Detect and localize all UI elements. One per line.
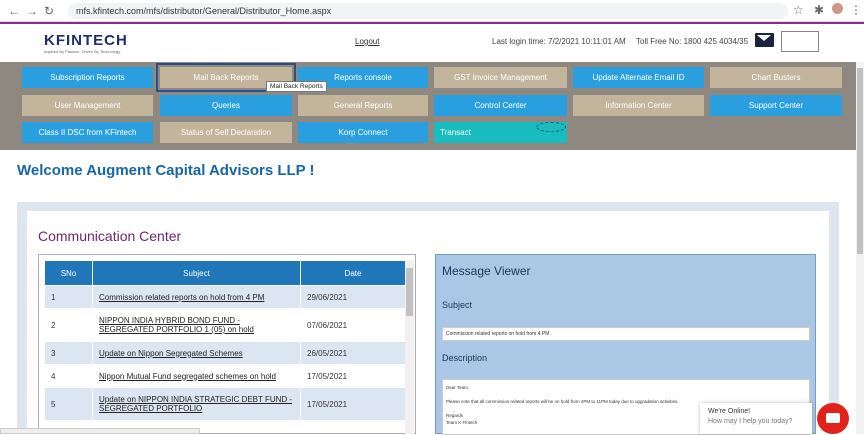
status-bar: [0, 428, 200, 434]
logout-link[interactable]: Logout: [355, 37, 379, 46]
chat-bubble-icon[interactable]: [817, 403, 849, 434]
last-login-text: Last login time: 7/2/2021 10:11:01 AM: [492, 37, 626, 46]
communication-center-title: Communication Center: [38, 228, 182, 244]
tooltip: Mail Back Reports: [266, 81, 327, 92]
menu-korp-connect[interactable]: Korp Connect: [298, 122, 428, 143]
chat-widget[interactable]: We're Online! How may I help you today?: [700, 403, 812, 434]
menu-support-center[interactable]: Support Center: [710, 95, 842, 116]
col-subject: Subject: [92, 260, 301, 286]
toll-free-text: Toll Free No: 1800 425 4034/35: [636, 37, 749, 46]
menu-gst-invoice[interactable]: GST Invoice Management: [434, 67, 567, 88]
forward-icon[interactable]: →: [26, 4, 38, 18]
menu-self-declaration[interactable]: Status of Self Declaration: [160, 122, 292, 143]
table-row[interactable]: 1 Commission related reports on hold from…: [44, 285, 406, 309]
reload-icon[interactable]: ↻: [44, 4, 54, 18]
subject-field: Commission related reports on hold from …: [442, 327, 810, 341]
avatar[interactable]: [832, 3, 843, 14]
cell-subject[interactable]: Update on Nippon Segregated Schemes: [92, 341, 301, 365]
star-icon[interactable]: ☆: [793, 3, 804, 17]
desc-line: Dear Team,: [446, 385, 470, 390]
cell-sno: 3: [44, 341, 93, 365]
cell-date: 17/05/2021: [300, 387, 406, 421]
site-header: KFINTECH Inspired By Passion. Driven By T…: [0, 24, 864, 62]
browser-toolbar: ← → ↻ mfs.kfintech.com/mfs/distributor/G…: [0, 0, 864, 22]
cell-sno: 2: [44, 308, 93, 342]
menu-general-reports[interactable]: General Reports: [298, 95, 428, 116]
menu-subscription-reports[interactable]: Subscription Reports: [22, 67, 153, 88]
new-badge-icon: [536, 122, 566, 132]
cell-subject[interactable]: Commission related reports on hold from …: [92, 285, 301, 309]
cell-subject[interactable]: Nippon Mutual Fund segregated schemes on…: [92, 364, 301, 388]
page-scrollbar[interactable]: [856, 62, 864, 434]
table-row[interactable]: 4 Nippon Mutual Fund segregated schemes o…: [44, 364, 406, 388]
chat-subtitle: How may I help you today?: [708, 418, 793, 425]
description-label: Description: [442, 353, 488, 363]
col-date: Date: [300, 260, 406, 286]
message-viewer-title: Message Viewer: [442, 264, 531, 278]
cell-date: 07/06/2021: [300, 308, 406, 342]
table-scrollbar[interactable]: [405, 260, 414, 434]
subject-label: Subject: [442, 300, 473, 310]
menu-information-center[interactable]: Information Center: [573, 95, 704, 116]
welcome-heading: Welcome Augment Capital Advisors LLP !: [17, 162, 315, 179]
table-row[interactable]: 5 Update on NIPPON INDIA STRATEGIC DEBT F…: [44, 387, 406, 421]
menu-chart-busters[interactable]: Chart Busters: [710, 67, 842, 88]
cell-date: 29/06/2021: [300, 285, 406, 309]
address-bar[interactable]: mfs.kfintech.com/mfs/distributor/General…: [68, 3, 788, 19]
cell-subject[interactable]: NIPPON INDIA HYBRID BOND FUND - SEGREGAT…: [92, 308, 301, 342]
cell-sno: 1: [44, 285, 93, 309]
image-placeholder: [781, 31, 819, 52]
menu-queries[interactable]: Queries: [160, 95, 292, 116]
col-sno: SNo: [44, 260, 93, 286]
cell-subject[interactable]: Update on NIPPON INDIA STRATEGIC DEBT FU…: [92, 387, 301, 421]
kfintech-logo: KFINTECH Inspired By Passion. Driven By T…: [44, 32, 128, 54]
extensions-icon[interactable]: ✱: [814, 3, 824, 17]
main-menu: Subscription Reports Mail Back Reports R…: [0, 62, 856, 150]
cell-date: 17/05/2021: [300, 364, 406, 388]
cell-sno: 5: [44, 387, 93, 421]
chat-title: We're Online!: [708, 408, 751, 415]
communication-table: SNo Subject Date 1 Commission related rep…: [44, 260, 406, 421]
mail-icon[interactable]: [755, 33, 774, 47]
cell-sno: 4: [44, 364, 93, 388]
table-row[interactable]: 3 Update on Nippon Segregated Schemes 26/0…: [44, 341, 406, 365]
menu-alternate-email[interactable]: Update Alternate Email ID: [573, 67, 704, 88]
menu-control-center[interactable]: Control Center: [434, 95, 567, 116]
menu-class2-dsc[interactable]: Class II DSC from KFintech: [22, 122, 153, 143]
cell-date: 26/05/2021: [300, 341, 406, 365]
back-icon[interactable]: ←: [8, 4, 20, 18]
more-icon[interactable]: ⋮: [850, 3, 862, 17]
menu-user-management[interactable]: User Management: [22, 95, 153, 116]
table-row[interactable]: 2 NIPPON INDIA HYBRID BOND FUND - SEGREGA…: [44, 308, 406, 342]
